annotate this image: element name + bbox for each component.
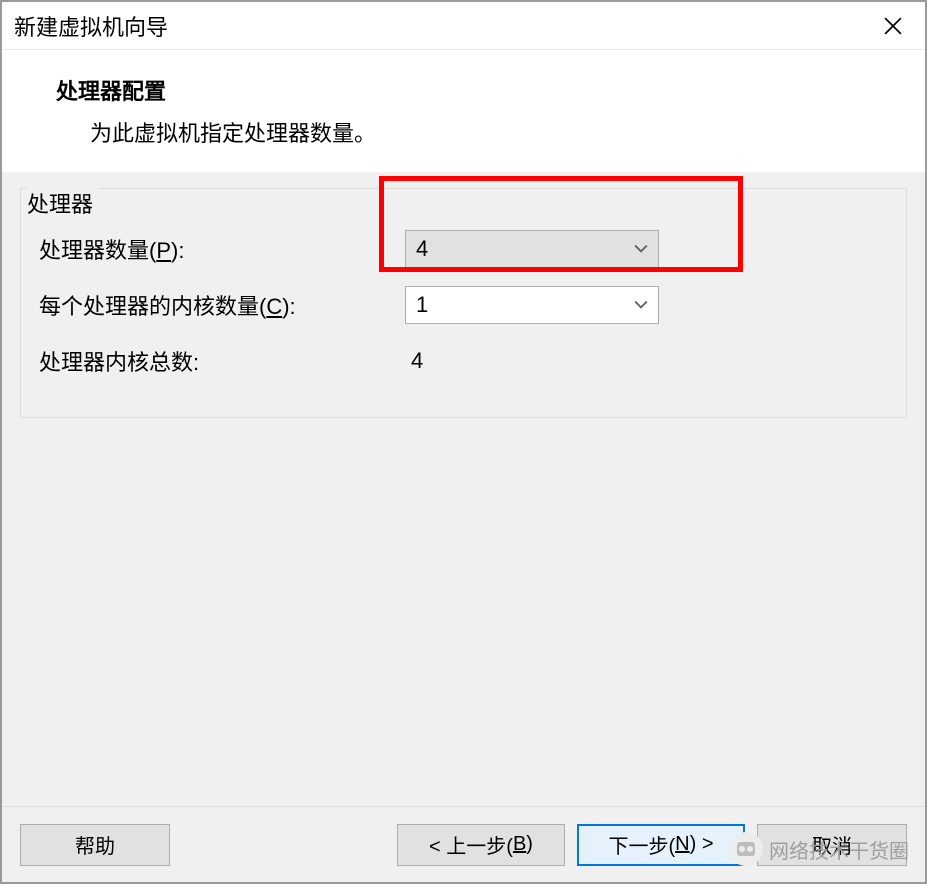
titlebar: 新建虚拟机向导	[2, 2, 925, 50]
groupbox-legend: 处理器	[27, 187, 99, 219]
select-processor-count[interactable]: 4	[405, 230, 659, 268]
row-total-cores: 处理器内核总数: 4	[35, 333, 892, 389]
page-heading: 处理器配置	[56, 74, 909, 106]
value-total-cores: 4	[405, 348, 423, 374]
select-cores-per-processor-value: 1	[416, 292, 428, 318]
wizard-window: 新建虚拟机向导 处理器配置 为此虚拟机指定处理器数量。 处理器 处理器数量(P)…	[0, 0, 927, 884]
label-total-cores: 处理器内核总数:	[35, 345, 405, 377]
chevron-down-icon	[634, 298, 648, 312]
help-button[interactable]: 帮助	[20, 824, 170, 866]
label-processor-count: 处理器数量(P):	[35, 233, 405, 265]
chevron-down-icon	[634, 242, 648, 256]
row-processor-count: 处理器数量(P): 4	[35, 221, 892, 277]
page-subheading: 为此虚拟机指定处理器数量。	[90, 116, 909, 148]
header-area: 处理器配置 为此虚拟机指定处理器数量。	[2, 50, 925, 172]
content-area: 处理器 处理器数量(P): 4 每个处理器的内核数量(C): 1	[2, 172, 925, 806]
footer: 帮助 < 上一步(B) 下一步(N) > 取消	[2, 806, 925, 882]
next-button[interactable]: 下一步(N) >	[577, 824, 745, 866]
window-title: 新建虚拟机向导	[14, 10, 168, 42]
row-cores-per-processor: 每个处理器的内核数量(C): 1	[35, 277, 892, 333]
processor-groupbox: 处理器 处理器数量(P): 4 每个处理器的内核数量(C): 1	[20, 188, 907, 418]
close-button[interactable]	[873, 6, 913, 46]
label-cores-per-processor: 每个处理器的内核数量(C):	[35, 289, 405, 321]
cancel-button[interactable]: 取消	[757, 824, 907, 866]
prev-button[interactable]: < 上一步(B)	[397, 824, 565, 866]
close-icon	[884, 17, 902, 35]
select-processor-count-value: 4	[416, 236, 428, 262]
select-cores-per-processor[interactable]: 1	[405, 286, 659, 324]
